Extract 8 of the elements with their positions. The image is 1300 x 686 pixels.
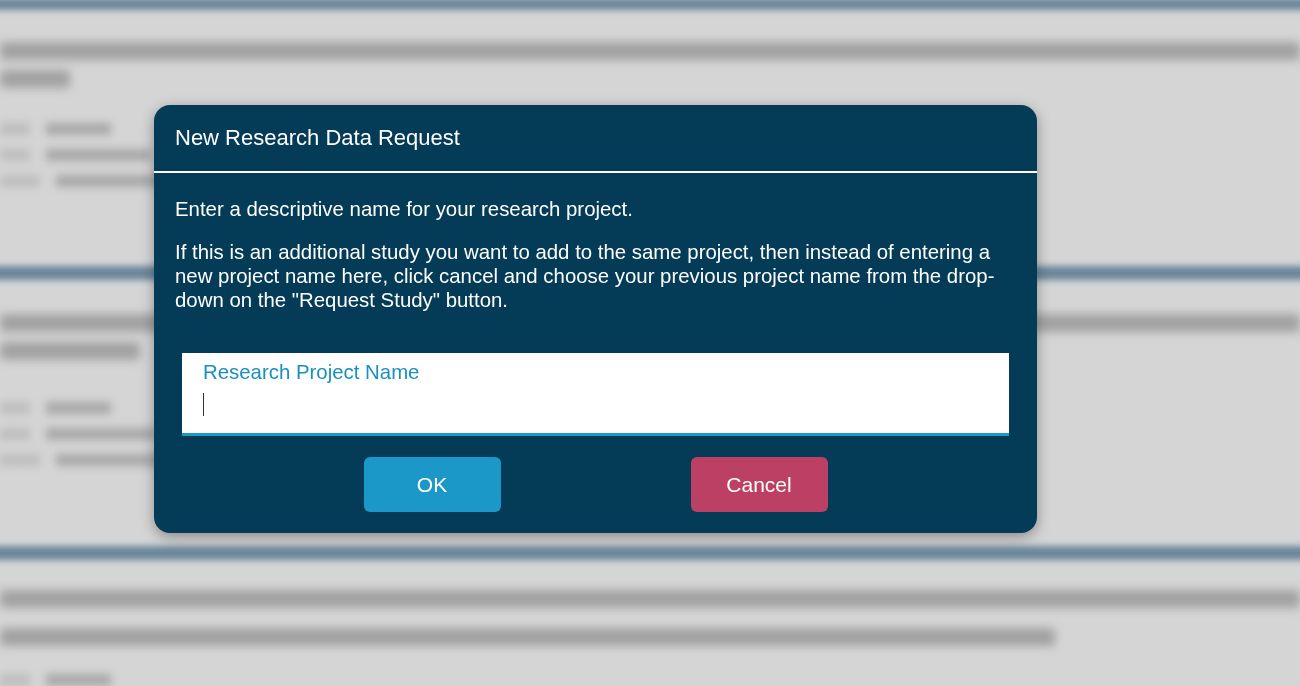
field-label: Research Project Name [203,360,420,384]
instruction-text: If this is an additional study you want to add to the same project, then instead of entering a new project name here, click cancel and choose your previous project name from the drop-down on the "Request Study" button. [175,240,996,312]
dialog-title: New Research Data Request [175,125,460,151]
instruction-text: Enter a descriptive name for your research project. [175,197,634,221]
text-caret-icon [203,392,204,416]
confirm-button[interactable]: OK [363,457,501,512]
project-name-field[interactable]: Research Project Name [182,353,1009,436]
cancel-button[interactable]: Cancel [690,457,828,512]
